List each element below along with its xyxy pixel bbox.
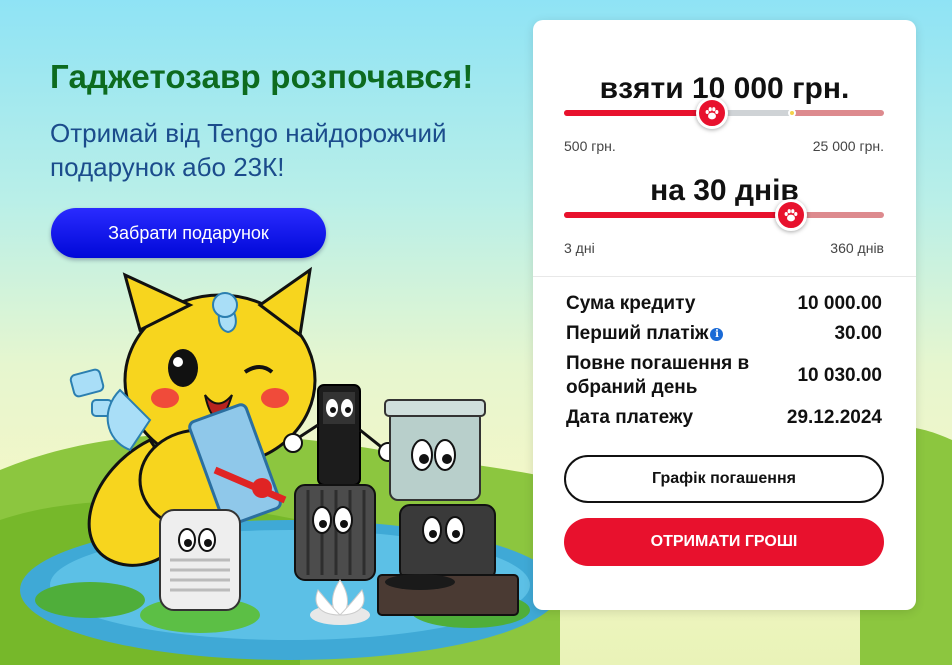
promo-subtitle: Отримай від Tengo найдорожчий подарунок … [50,118,447,182]
divider [533,276,916,277]
paw-icon [705,107,719,120]
summary-row-full-repayment: Повне погашення в обраний день 10 030.00 [566,352,882,400]
summary-value: 10 000.00 [797,293,882,314]
summary-value: 29.12.2024 [786,407,882,428]
summary-row-first-payment: Перший платіж i 30.00 [566,322,882,346]
repayment-schedule-button[interactable]: Графік погашення [564,455,884,503]
amount-slider-marker [788,109,796,117]
paw-icon [784,209,798,222]
summary-label: Дата платежу [566,407,694,428]
claim-gift-button[interactable]: Забрати подарунок [51,208,326,258]
amount-slider-thumb[interactable] [696,97,728,129]
term-min-label: 3 дні [564,240,595,256]
summary-value: 10 030.00 [797,365,882,386]
term-slider[interactable] [564,198,884,232]
loan-summary: Сума кредиту 10 000.00 Перший платіж i 30… [566,292,882,436]
amount-slider[interactable] [564,96,884,130]
term-slider-fill [564,212,792,218]
amount-slider-fill [564,110,714,116]
get-money-button[interactable]: ОТРИМАТИ ГРОШІ [564,518,884,566]
term-max-label: 360 днів [830,240,884,256]
summary-row-credit-amount: Сума кредиту 10 000.00 [566,292,882,316]
info-icon[interactable]: i [710,328,724,341]
summary-value: 30.00 [834,323,882,344]
summary-label: Перший платіж [566,323,709,344]
summary-label: Сума кредиту [566,293,696,314]
promo-title: Гаджетозавр розпочався! [50,58,474,95]
amount-min-label: 500 грн. [564,138,616,154]
term-slider-thumb[interactable] [775,199,807,231]
summary-label: Повне погашення в обраний день [566,353,750,398]
loan-calculator-card: взяти 10 000 грн. 500 грн. 25 000 грн. н… [533,20,916,610]
summary-row-payment-date: Дата платежу 29.12.2024 [566,406,882,430]
amount-max-label: 25 000 грн. [812,138,884,154]
